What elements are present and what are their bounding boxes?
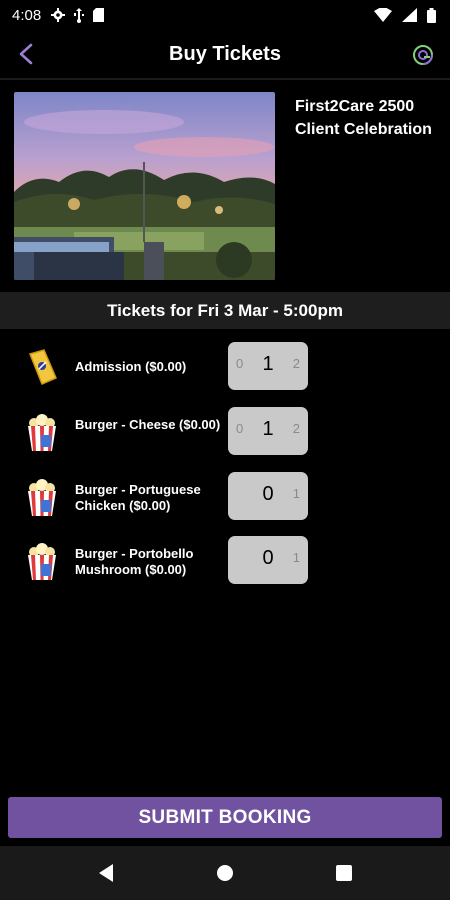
- ticket-row: Burger - Cheese ($0.00) 0 1 2: [0, 407, 450, 461]
- session-header: Tickets for Fri 3 Mar - 5:00pm: [0, 292, 450, 329]
- app-logo-icon[interactable]: [412, 44, 434, 66]
- battery-icon: [427, 7, 436, 23]
- session-label: Tickets for Fri 3 Mar - 5:00pm: [107, 300, 343, 320]
- ticket-name: Burger - Portobello Mushroom ($0.00): [75, 546, 194, 577]
- popcorn-icon: [28, 543, 56, 580]
- quantity-next: 1: [292, 550, 300, 565]
- quantity-picker[interactable]: 0 1 2: [228, 407, 308, 455]
- header-divider: [0, 78, 450, 80]
- system-nav-bar: [0, 846, 450, 900]
- back-button[interactable]: [12, 40, 40, 68]
- status-right: [374, 7, 436, 23]
- popcorn-icon: [28, 479, 56, 516]
- quantity-picker[interactable]: 0 1: [228, 536, 308, 584]
- ticket-icon: [28, 349, 57, 385]
- quantity-next: 2: [292, 421, 300, 436]
- ticket-row: Burger - Portuguese Chicken ($0.00) 0 1: [0, 472, 450, 526]
- status-time: 4:08: [12, 6, 42, 24]
- signal-icon: [402, 8, 417, 22]
- app-bar: Buy Tickets: [0, 30, 450, 78]
- submit-booking-label: SUBMIT BOOKING: [138, 806, 312, 828]
- ticket-name: Admission ($0.00): [75, 359, 187, 374]
- page-title: Buy Tickets: [169, 42, 281, 65]
- quantity-picker[interactable]: 0 1: [228, 472, 308, 520]
- popcorn-icon: [28, 414, 56, 451]
- status-notification-icons: [51, 7, 105, 23]
- sd-card-icon: [93, 8, 105, 22]
- status-bar: 4:08: [0, 0, 450, 30]
- wifi-icon: [374, 8, 392, 22]
- quantity-next: 2: [292, 356, 300, 371]
- ticket-row: Burger - Portobello Mushroom ($0.00) 0 1: [0, 536, 450, 590]
- quantity-next: 1: [292, 486, 300, 501]
- event-card: First2Care 2500 Client Celebration: [14, 92, 444, 280]
- nav-recents-icon[interactable]: [335, 864, 353, 882]
- submit-booking-button[interactable]: SUBMIT BOOKING: [8, 797, 442, 838]
- event-photo: [14, 92, 275, 280]
- ticket-name: Burger - Cheese ($0.00): [75, 417, 221, 432]
- ticket-row: Admission ($0.00) 0 1 2: [0, 342, 450, 396]
- event-title: First2Care 2500 Client Celebration: [295, 98, 432, 138]
- ticket-name: Burger - Portuguese Chicken ($0.00): [75, 482, 201, 513]
- quantity-picker[interactable]: 0 1 2: [228, 342, 308, 390]
- settings-gear-icon: [51, 8, 66, 22]
- usb-icon: [74, 7, 85, 23]
- back-arrow-icon: [19, 43, 33, 65]
- nav-back-icon[interactable]: [97, 863, 115, 883]
- status-left: 4:08: [12, 6, 105, 24]
- nav-home-icon[interactable]: [215, 863, 235, 883]
